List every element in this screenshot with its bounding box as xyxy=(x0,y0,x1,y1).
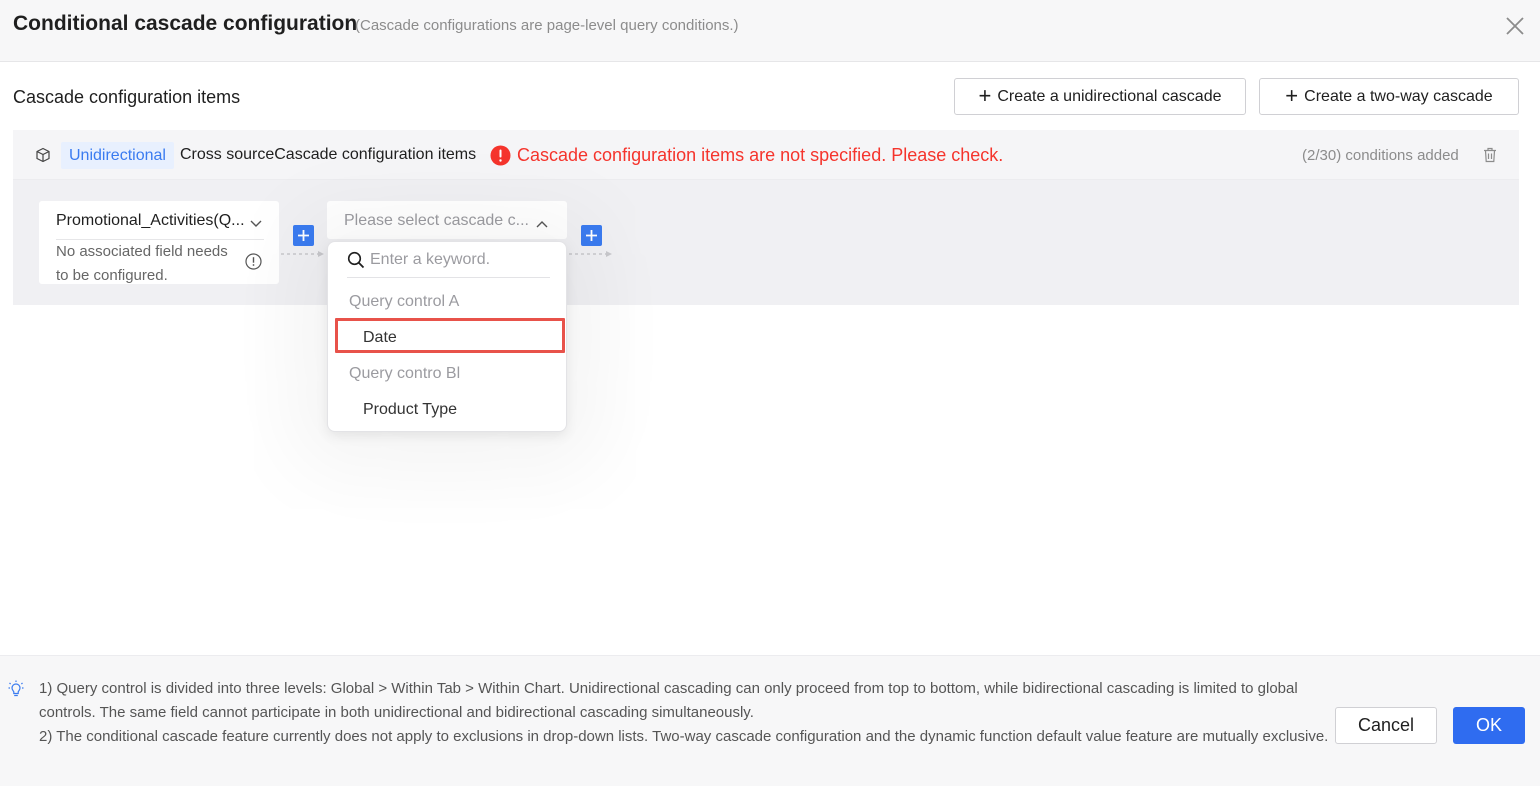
error-icon xyxy=(490,145,511,171)
footer-note: 1) Query control is divided into three l… xyxy=(39,680,1298,721)
source-note: No associated field needs to be configur… xyxy=(56,243,228,284)
divider xyxy=(347,277,550,278)
target-placeholder: Please select cascade c... xyxy=(344,212,529,229)
option-group-label: Query control A xyxy=(349,293,460,310)
dialog-title: Conditional cascade configuration xyxy=(13,12,358,35)
dialog-subtitle: (Cascade configurations are page-level q… xyxy=(355,17,739,34)
connector-arrow xyxy=(281,251,324,257)
option-product-type[interactable]: Product Type xyxy=(363,401,457,419)
add-condition-button[interactable] xyxy=(293,225,314,246)
ok-button[interactable]: OK xyxy=(1453,707,1525,744)
source-selected-value: Promotional_Activities(Q... xyxy=(56,212,245,229)
cascade-control-dropdown: Query control A Date Query contro Bl Pro… xyxy=(327,241,567,432)
trash-icon[interactable] xyxy=(1483,147,1497,168)
cascade-type-tag: Unidirectional xyxy=(61,142,174,169)
create-two-way-cascade-button[interactable]: + Create a two-way cascade xyxy=(1259,78,1519,115)
connector-arrow xyxy=(569,251,612,257)
chevron-up-icon[interactable] xyxy=(536,215,548,233)
footer-note: 2) The conditional cascade feature curre… xyxy=(39,728,1329,745)
keyword-search-input[interactable] xyxy=(370,248,550,272)
info-icon xyxy=(245,253,262,275)
cancel-button[interactable]: Cancel xyxy=(1335,707,1437,744)
section-title: Cascade configuration items xyxy=(13,87,241,107)
cube-icon xyxy=(35,147,51,168)
option-group-label: Query contro Bl xyxy=(349,365,461,382)
dialog-footer: 1) Query control is divided into three l… xyxy=(0,655,1540,786)
plus-icon: + xyxy=(1285,82,1299,108)
add-condition-button[interactable] xyxy=(581,225,602,246)
conditions-count: (2/30) conditions added xyxy=(1302,147,1459,164)
error-message: Cascade configuration items are not spec… xyxy=(517,145,1004,165)
option-date[interactable]: Date xyxy=(363,329,397,347)
cascade-item-header: Unidirectional Cross sourceCascade confi… xyxy=(13,130,1519,180)
create-two-way-cascade-label: Create a two-way cascade xyxy=(1304,87,1493,105)
close-icon[interactable] xyxy=(1503,14,1527,38)
cascade-item-name: Cross sourceCascade configuration items xyxy=(180,146,477,163)
lightbulb-icon xyxy=(8,680,24,703)
dialog-header: Conditional cascade configuration (Casca… xyxy=(0,0,1540,62)
target-control-select[interactable]: Please select cascade c... xyxy=(327,201,567,239)
chevron-down-icon[interactable] xyxy=(250,215,262,233)
source-control-select[interactable]: Promotional_Activities(Q... No associate… xyxy=(39,201,279,284)
create-unidirectional-cascade-label: Create a unidirectional cascade xyxy=(997,87,1222,105)
create-unidirectional-cascade-button[interactable]: + Create a unidirectional cascade xyxy=(954,78,1246,115)
plus-icon: + xyxy=(978,82,992,108)
search-icon xyxy=(347,251,365,274)
